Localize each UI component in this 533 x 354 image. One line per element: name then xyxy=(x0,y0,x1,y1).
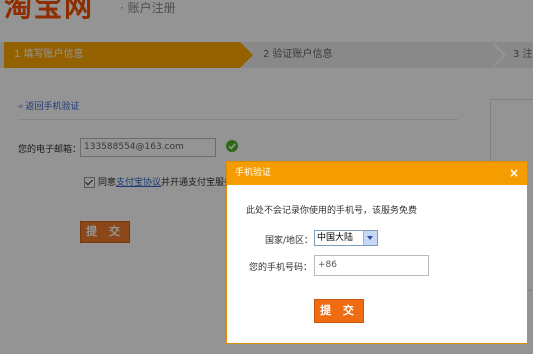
region-selected-value: 中国大陆 xyxy=(317,233,354,243)
close-icon[interactable]: × xyxy=(509,162,519,185)
phone-verify-dialog: 手机验证 × 此处不会记录你使用的手机号，该服务免费 国家/地区： 中国大陆 您… xyxy=(226,161,528,344)
dialog-note: 此处不会记录你使用的手机号，该服务免费 xyxy=(246,206,418,216)
region-select[interactable]: 中国大陆 xyxy=(314,230,378,246)
phone-number-field[interactable]: +86 xyxy=(314,255,429,276)
dialog-title: 手机验证 xyxy=(235,168,272,178)
region-label: 国家/地区： xyxy=(265,236,314,246)
phone-label: 您的手机号码： xyxy=(249,263,313,273)
dialog-submit-button[interactable]: 提 交 xyxy=(314,299,364,323)
dialog-header: 手机验证 × xyxy=(227,162,527,185)
dropdown-arrow-icon[interactable] xyxy=(363,231,377,245)
